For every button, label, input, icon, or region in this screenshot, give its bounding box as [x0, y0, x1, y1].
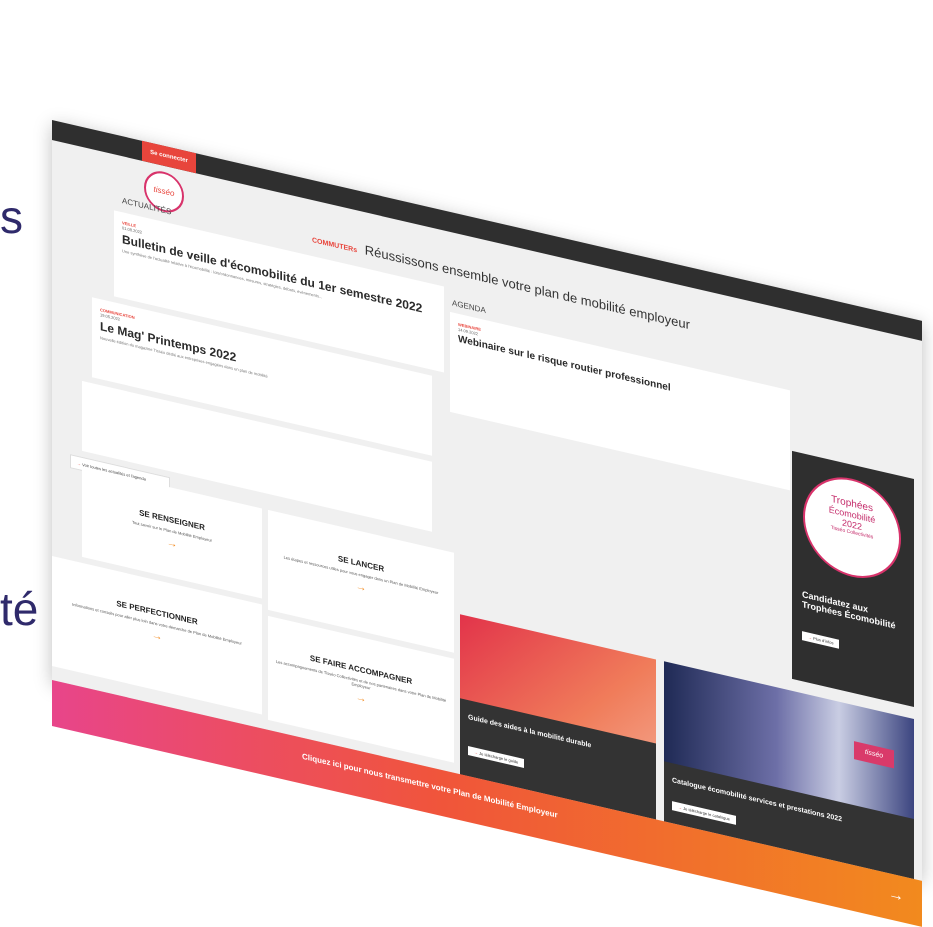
- agenda-date: 14.09.2022: [458, 326, 479, 337]
- trophy-info-button[interactable]: → Plus d'infos: [802, 631, 840, 649]
- login-button[interactable]: Se connecter: [142, 140, 196, 174]
- arrow-right-icon: →: [888, 885, 904, 906]
- trophees-ecomobilite-tile[interactable]: Trophées Écomobilité 2022 Tisséo Collect…: [792, 450, 914, 708]
- trophy-cta[interactable]: Candidatez aux Trophées Écomobilité: [802, 589, 906, 633]
- website-screenshot: Se connecter tisséo ⌕ ≡ COMMUTERs Réussi…: [52, 120, 922, 927]
- news-title[interactable]: Bulletin de veille d'écomobilité du 1er …: [122, 232, 436, 318]
- catalogue-label: Catalogue écomobilité services et presta…: [672, 777, 843, 824]
- catalogue-download-button[interactable]: → Je télécharge le catalogue: [672, 801, 736, 825]
- guide-download-button[interactable]: → Je télécharge le guide: [468, 746, 525, 769]
- background-text-fragment: s: [0, 191, 23, 243]
- guide-label: Guide des aides à la mobilité durable: [468, 714, 592, 750]
- tisseo-badge: tisséo: [854, 741, 894, 769]
- headline-prefix: COMMUTERs: [312, 237, 358, 255]
- agenda-title[interactable]: Webinaire sur le risque routier professi…: [458, 334, 782, 420]
- agenda-card[interactable]: WEBINAIRE 14.09.2022 Webinaire sur le ri…: [450, 311, 790, 491]
- background-text-fragment-bottom: té: [0, 583, 39, 635]
- trophy-emblem: Trophées Écomobilité 2022 Tisséo Collect…: [803, 467, 901, 589]
